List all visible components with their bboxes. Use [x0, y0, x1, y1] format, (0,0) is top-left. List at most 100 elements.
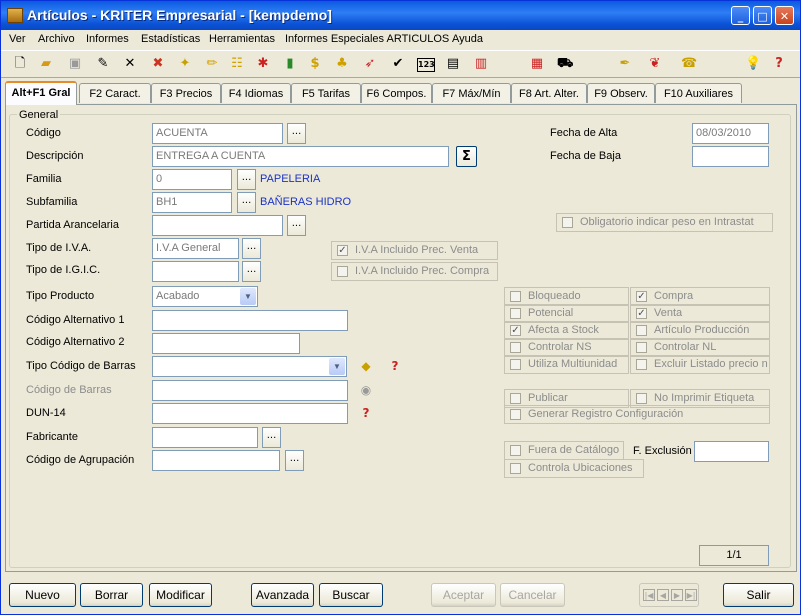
borrar-button[interactable]: Borrar [80, 583, 143, 607]
tools-icon[interactable]: ✖ [150, 56, 166, 72]
f-exclusion-field[interactable] [694, 441, 769, 462]
dun14-field[interactable] [152, 403, 348, 424]
chevron-down-icon[interactable]: ▼ [329, 358, 345, 375]
fecha-alta-field[interactable]: 08/03/2010 [692, 123, 769, 144]
help-icon[interactable]: ? [358, 405, 374, 421]
generar-registro-checkbox[interactable]: Generar Registro Configuración [504, 405, 770, 424]
stamp-icon[interactable]: ♣ [334, 56, 350, 72]
familia-browse-button[interactable]: ... [237, 169, 256, 190]
tipo-igic-field[interactable] [152, 261, 239, 282]
first-record-icon[interactable]: |◀ [643, 589, 655, 601]
codigo-field[interactable]: ACUENTA [152, 123, 283, 144]
help-icon[interactable]: ? [771, 56, 787, 72]
sigma-button[interactable]: Σ [456, 146, 477, 167]
tipo-iva-field[interactable]: I.V.A General [152, 238, 239, 259]
tab-caracteristicas[interactable]: F2 Caract. [79, 83, 151, 103]
tab-precios[interactable]: F3 Precios [151, 83, 221, 103]
chevron-down-icon[interactable]: ▼ [240, 288, 256, 305]
cod-alt1-field[interactable] [152, 310, 348, 331]
open-icon[interactable]: ▰ [38, 56, 54, 72]
menu-informes-especiales[interactable]: Informes Especiales ARTICULOS [285, 33, 449, 45]
box-icon[interactable]: ▮ [282, 56, 298, 72]
dollar-icon[interactable]: $ [307, 56, 323, 72]
subfamilia-field[interactable]: BH1 [152, 192, 232, 213]
avanzada-button[interactable]: Avanzada [251, 583, 314, 607]
cod-agrupacion-field[interactable] [152, 450, 280, 471]
tab-composicion[interactable]: F6 Compos. [361, 83, 432, 103]
menu-archivo[interactable]: Archivo [38, 33, 75, 45]
close-button[interactable]: ✕ [775, 6, 794, 25]
tab-idiomas[interactable]: F4 Idiomas [221, 83, 291, 103]
fabricante-browse-button[interactable]: ... [262, 427, 281, 448]
wand-icon[interactable]: ➶ [362, 56, 378, 72]
tab-tarifas[interactable]: F5 Tarifas [291, 83, 361, 103]
tree-icon[interactable]: ☷ [229, 56, 245, 72]
number-icon[interactable]: 123 [417, 58, 435, 72]
menu-ver[interactable]: Ver [9, 33, 26, 45]
descripcion-field[interactable]: ENTREGA A CUENTA [152, 146, 449, 167]
tab-observaciones[interactable]: F9 Observ. [587, 83, 655, 103]
aceptar-button[interactable]: Aceptar [431, 583, 496, 607]
excluir-listado-checkbox[interactable]: Excluir Listado precio n [630, 355, 770, 374]
pen-icon[interactable]: ✒ [617, 56, 633, 72]
partida-browse-button[interactable]: ... [287, 215, 306, 236]
eraser-icon[interactable]: ◆ [358, 358, 374, 374]
title-bar[interactable]: Artículos - KRITER Empresarial - [kempde… [1, 1, 800, 30]
menu-ayuda[interactable]: Ayuda [452, 33, 483, 45]
save-icon[interactable]: ▣ [67, 56, 83, 72]
familia-field[interactable]: 0 [152, 169, 232, 190]
star-icon[interactable]: ✦ [177, 56, 193, 72]
checkbox-box: ✓ [337, 245, 348, 256]
last-record-icon[interactable]: ▶| [685, 589, 697, 601]
partida-field[interactable] [152, 215, 283, 236]
controla-ubicaciones-checkbox[interactable]: Controla Ubicaciones [504, 459, 644, 478]
iva-incl-compra-checkbox[interactable]: I.V.A Incluido Prec. Compra [331, 262, 498, 281]
cancelar-button[interactable]: Cancelar [500, 583, 565, 607]
asterisk-icon[interactable]: ✱ [255, 56, 271, 72]
eye-icon[interactable]: ◉ [358, 382, 374, 398]
buscar-button[interactable]: Buscar [319, 583, 383, 607]
bulb-icon[interactable]: 💡 [745, 56, 761, 72]
fecha-baja-field[interactable] [692, 146, 769, 167]
maximize-button[interactable]: □ [753, 6, 772, 25]
prev-record-icon[interactable]: ◀ [657, 589, 669, 601]
salir-button[interactable]: Salir [723, 583, 794, 607]
next-record-icon[interactable]: ▶ [671, 589, 683, 601]
fuera-catalogo-checkbox[interactable]: Fuera de Catálogo [504, 441, 624, 460]
check-icon[interactable]: ✔ [390, 56, 406, 72]
phone-icon[interactable]: ☎ [681, 56, 697, 72]
calculator-icon[interactable]: ▦ [529, 56, 545, 72]
cod-agrupacion-browse-button[interactable]: ... [285, 450, 304, 471]
help-icon[interactable]: ? [387, 358, 403, 374]
new-icon[interactable]: 🗋 [12, 56, 28, 72]
codigo-browse-button[interactable]: ... [287, 123, 306, 144]
tab-general[interactable]: Alt+F1 Gral [5, 81, 77, 105]
utiliza-multiunidad-checkbox[interactable]: Utiliza Multiunidad [504, 355, 629, 374]
edit-icon[interactable]: ✎ [95, 56, 111, 72]
menu-herramientas[interactable]: Herramientas [209, 33, 275, 45]
menu-informes[interactable]: Informes [86, 33, 129, 45]
minimize-button[interactable]: _ [731, 6, 750, 25]
tab-articulos-alternativos[interactable]: F8 Art. Alter. [511, 83, 587, 103]
nuevo-button[interactable]: Nuevo [9, 583, 76, 607]
tipo-iva-browse-button[interactable]: ... [242, 238, 261, 259]
delete-icon[interactable]: ✕ [122, 56, 138, 72]
tab-max-min[interactable]: F7 Máx/Mín [432, 83, 511, 103]
fabricante-field[interactable] [152, 427, 258, 448]
tipo-cod-barras-select[interactable]: ▼ [152, 356, 347, 377]
print-icon[interactable]: ▤ [445, 56, 461, 72]
subfamilia-browse-button[interactable]: ... [237, 192, 256, 213]
obligatorio-peso-checkbox[interactable]: Obligatorio indicar peso en Intrastat [556, 213, 773, 232]
pencil-icon[interactable]: ✏ [204, 56, 220, 72]
cart-icon[interactable]: ⛟ [557, 56, 573, 72]
money-bag-icon[interactable]: ❦ [647, 56, 663, 72]
modificar-button[interactable]: Modificar [149, 583, 212, 607]
tipo-producto-select[interactable]: Acabado ▼ [152, 286, 258, 307]
chart-icon[interactable]: ▥ [473, 56, 489, 72]
iva-incl-venta-checkbox[interactable]: ✓ I.V.A Incluido Prec. Venta [331, 241, 498, 260]
cod-barras-field[interactable] [152, 380, 348, 401]
tab-auxiliares[interactable]: F10 Auxiliares [655, 83, 742, 103]
menu-estadisticas[interactable]: Estadísticas [141, 33, 200, 45]
tipo-igic-browse-button[interactable]: ... [242, 261, 261, 282]
cod-alt2-field[interactable] [152, 333, 300, 354]
